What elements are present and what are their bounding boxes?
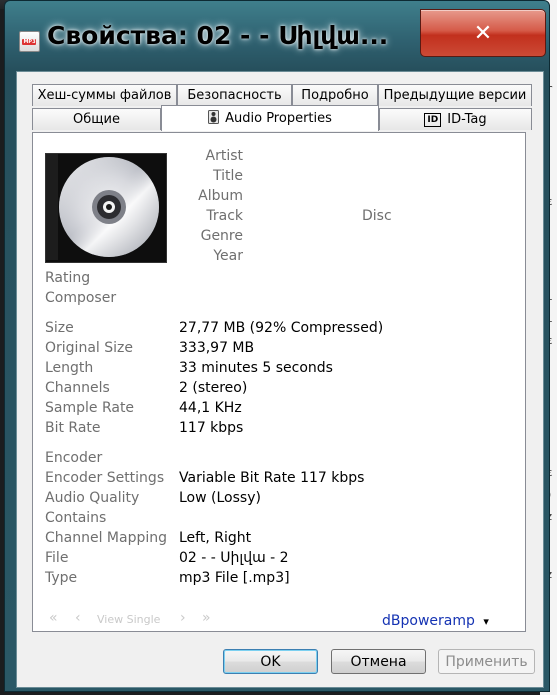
id-tag-icon: ID: [424, 112, 442, 127]
tab-label: ID-Tag: [447, 112, 487, 127]
tab-label: Audio Properties: [225, 111, 332, 126]
dialog-body: Хеш-суммы файлов Безопасность Подробно П…: [16, 71, 544, 688]
size-value: 27,77 MB (92% Compressed): [179, 320, 384, 336]
sample-rate-value: 44,1 KHz: [179, 400, 242, 416]
properties-dialog: MP3 Свойства: 02 - - Սիլվա... ✕ Хеш-сумм…: [4, 0, 550, 692]
view-single-button[interactable]: View Single: [97, 613, 160, 626]
tab-label: Общие: [73, 112, 120, 127]
year-label: Year: [213, 248, 243, 264]
last-page-icon[interactable]: »: [202, 610, 211, 626]
next-page-icon[interactable]: ›: [180, 610, 186, 626]
tab-label: Безопасность: [187, 88, 282, 103]
genre-label: Genre: [200, 228, 243, 244]
tab-id-tag[interactable]: ID ID-Tag: [379, 108, 532, 130]
tab-file-hashes[interactable]: Хеш-суммы файлов: [32, 84, 177, 106]
original-size-value: 333,97 MB: [179, 340, 255, 356]
album-art: [45, 153, 167, 263]
ok-button-label: OK: [260, 653, 281, 670]
window-title: Свойства: 02 - - Սիլվա...: [47, 21, 389, 50]
tab-label: Подробно: [301, 88, 369, 103]
channel-mapping-label: Channel Mapping: [45, 530, 168, 546]
cd-disc-icon: [46, 154, 164, 260]
tab-details[interactable]: Подробно: [292, 84, 378, 106]
dbpoweramp-menu[interactable]: dBpoweramp ▾: [382, 613, 489, 629]
rating-label: Rating: [45, 270, 91, 286]
cancel-button-label: Отмена: [350, 653, 407, 670]
contains-label: Contains: [45, 510, 107, 526]
type-label: Type: [45, 570, 78, 586]
cancel-button[interactable]: Отмена: [331, 649, 426, 674]
original-size-label: Original Size: [45, 340, 133, 356]
ok-button[interactable]: OK: [223, 649, 318, 674]
dbpoweramp-label: dBpoweramp: [382, 613, 475, 629]
dropdown-arrow-icon: ▾: [483, 615, 489, 628]
tab-security[interactable]: Безопасность: [177, 84, 292, 106]
mp3-file-icon: MP3: [19, 31, 40, 52]
length-value: 33 minutes 5 seconds: [179, 360, 333, 376]
encoder-label: Encoder: [45, 450, 103, 466]
apply-button[interactable]: Применить: [438, 649, 535, 674]
close-icon: ✕: [473, 20, 493, 46]
tab-label: Предыдущие версии: [383, 88, 527, 103]
artist-label: Artist: [205, 148, 244, 164]
audio-quality-label: Audio Quality: [45, 490, 140, 506]
close-button[interactable]: ✕: [420, 9, 546, 57]
encoder-settings-label: Encoder Settings: [45, 470, 165, 486]
length-label: Length: [45, 360, 94, 376]
size-label: Size: [45, 320, 74, 336]
channel-mapping-value: Left, Right: [179, 530, 252, 546]
first-page-icon[interactable]: «: [49, 610, 58, 626]
composer-label: Composer: [45, 290, 117, 306]
encoder-settings-value: Variable Bit Rate 117 kbps: [179, 470, 365, 486]
tab-label: Хеш-суммы файлов: [37, 88, 172, 103]
tab-audio-properties[interactable]: Audio Properties: [161, 105, 379, 131]
album-label: Album: [198, 188, 243, 204]
file-value: 02 - - Սիլվա - 2: [179, 550, 289, 566]
apply-button-label: Применить: [445, 653, 528, 670]
file-label: File: [45, 550, 69, 566]
bit-rate-label: Bit Rate: [45, 420, 101, 436]
track-label: Track: [206, 208, 243, 224]
audio-quality-value: Low (Lossy): [179, 490, 261, 506]
channels-label: Channels: [45, 380, 110, 396]
prev-page-icon[interactable]: ‹: [75, 610, 81, 626]
bit-rate-value: 117 kbps: [179, 420, 244, 436]
tab-previous-versions[interactable]: Предыдущие версии: [378, 84, 532, 106]
channels-value: 2 (stereo): [179, 380, 248, 396]
type-value: mp3 File [.mp3]: [179, 570, 290, 586]
disc-label: Disc: [362, 208, 392, 224]
title-label: Title: [212, 168, 243, 184]
sample-rate-label: Sample Rate: [45, 400, 135, 416]
speaker-icon: [208, 109, 220, 128]
tab-general[interactable]: Общие: [32, 108, 161, 130]
